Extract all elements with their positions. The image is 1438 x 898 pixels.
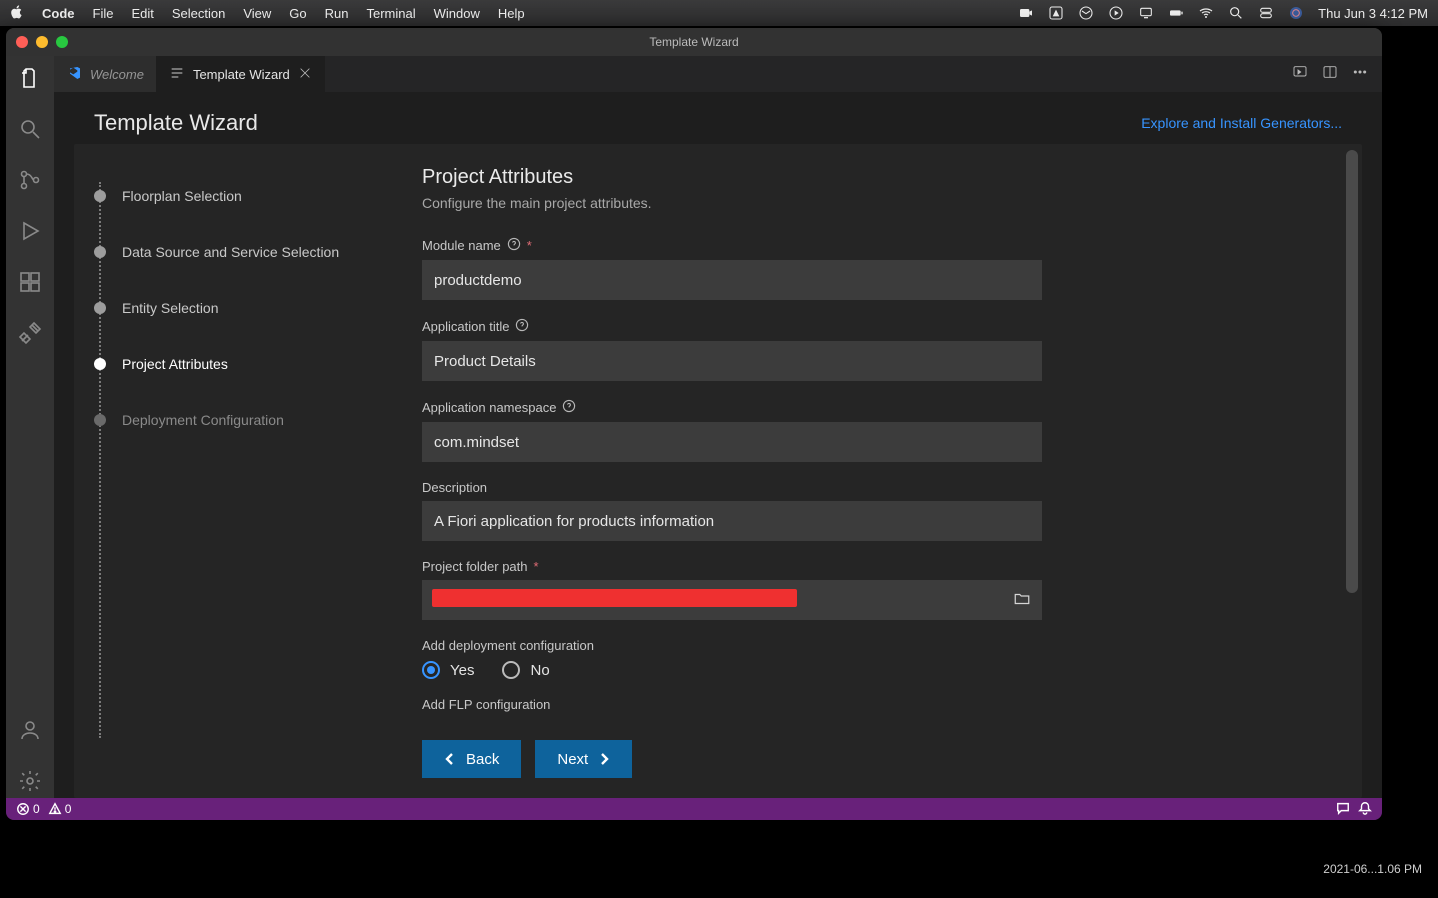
- menu-file[interactable]: File: [93, 6, 114, 21]
- errors-icon[interactable]: 0: [16, 802, 40, 816]
- settings-gear-icon[interactable]: [18, 769, 42, 798]
- deploy-config-label: Add deployment configuration: [422, 638, 1042, 653]
- menu-selection[interactable]: Selection: [172, 6, 225, 21]
- folder-browse-icon[interactable]: [1012, 590, 1032, 613]
- editor-tabbar: Welcome Template Wizard: [54, 56, 1382, 92]
- wifi-tray-icon[interactable]: [1198, 5, 1214, 21]
- source-control-icon[interactable]: [18, 168, 42, 197]
- display-tray-icon[interactable]: [1138, 5, 1154, 21]
- description-input[interactable]: [422, 501, 1042, 541]
- form-scrollbar[interactable]: [1346, 150, 1358, 718]
- control-center-icon[interactable]: [1258, 5, 1274, 21]
- form-subtitle: Configure the main project attributes.: [422, 195, 1336, 211]
- step-connector-line: [99, 182, 101, 738]
- more-actions-icon[interactable]: [1352, 64, 1368, 85]
- page-title: Template Wizard: [94, 110, 258, 136]
- mail-tray-icon[interactable]: [1078, 5, 1094, 21]
- menu-run[interactable]: Run: [325, 6, 349, 21]
- tab-wizard-label: Template Wizard: [193, 67, 290, 82]
- help-icon[interactable]: [515, 318, 529, 335]
- module-name-input[interactable]: [422, 260, 1042, 300]
- menubar-app-name[interactable]: Code: [42, 6, 75, 21]
- status-bar: 0 0: [6, 798, 1382, 820]
- folder-path-label: Project folder path*: [422, 559, 1042, 574]
- close-icon[interactable]: [298, 66, 312, 83]
- window-titlebar: Template Wizard: [6, 28, 1382, 56]
- back-button[interactable]: Back: [422, 740, 521, 778]
- window-close-button[interactable]: [16, 36, 28, 48]
- spotlight-icon[interactable]: [1228, 5, 1244, 21]
- notifications-icon[interactable]: [1358, 801, 1372, 818]
- vscode-icon: [66, 65, 82, 84]
- vscode-window: Template Wizard Welcome Te: [6, 28, 1382, 820]
- menu-go[interactable]: Go: [289, 6, 306, 21]
- menu-view[interactable]: View: [243, 6, 271, 21]
- extensions-icon[interactable]: [18, 270, 42, 299]
- activity-bar: [6, 56, 54, 798]
- siri-icon[interactable]: [1288, 5, 1304, 21]
- play-tray-icon[interactable]: [1108, 5, 1124, 21]
- step-deployment[interactable]: Deployment Configuration: [94, 392, 376, 448]
- explorer-icon[interactable]: [18, 66, 42, 95]
- window-minimize-button[interactable]: [36, 36, 48, 48]
- window-title: Template Wizard: [6, 35, 1382, 49]
- search-icon[interactable]: [18, 117, 42, 146]
- deploy-yes-radio[interactable]: Yes: [422, 661, 474, 679]
- step-floorplan[interactable]: Floorplan Selection: [94, 168, 376, 224]
- feedback-icon[interactable]: [1336, 801, 1350, 818]
- next-button[interactable]: Next: [535, 740, 632, 778]
- namespace-input[interactable]: [422, 422, 1042, 462]
- run-tab-action-icon[interactable]: [1292, 64, 1308, 85]
- deploy-no-radio[interactable]: No: [502, 661, 549, 679]
- tools-icon[interactable]: [18, 321, 42, 350]
- macos-menubar: Code File Edit Selection View Go Run Ter…: [0, 0, 1438, 26]
- accounts-icon[interactable]: [18, 718, 42, 747]
- form-heading: Project Attributes: [422, 166, 1336, 189]
- help-icon[interactable]: [562, 399, 576, 416]
- menu-help[interactable]: Help: [498, 6, 525, 21]
- tab-template-wizard[interactable]: Template Wizard: [157, 56, 325, 92]
- apple-icon[interactable]: [10, 5, 24, 22]
- screenshot-timestamp: 2021-06...1.06 PM: [1323, 862, 1422, 876]
- split-editor-icon[interactable]: [1322, 64, 1338, 85]
- application-title-input[interactable]: [422, 341, 1042, 381]
- folder-path-input[interactable]: [422, 580, 1042, 620]
- description-label: Description: [422, 480, 1042, 495]
- wizard-steps: Floorplan Selection Data Source and Serv…: [74, 144, 396, 798]
- step-project-attributes[interactable]: Project Attributes: [94, 336, 376, 392]
- application-title-label: Application title: [422, 318, 1042, 335]
- menu-terminal[interactable]: Terminal: [367, 6, 416, 21]
- flp-config-label: Add FLP configuration: [422, 697, 1042, 712]
- battery-tray-icon[interactable]: [1168, 5, 1184, 21]
- explore-generators-link[interactable]: Explore and Install Generators...: [1141, 115, 1342, 131]
- triangle-tray-icon[interactable]: [1048, 5, 1064, 21]
- step-datasource[interactable]: Data Source and Service Selection: [94, 224, 376, 280]
- warnings-icon[interactable]: 0: [48, 802, 72, 816]
- run-debug-icon[interactable]: [18, 219, 42, 248]
- namespace-label: Application namespace: [422, 399, 1042, 416]
- menubar-clock[interactable]: Thu Jun 3 4:12 PM: [1318, 6, 1428, 21]
- menu-edit[interactable]: Edit: [131, 6, 153, 21]
- step-entity[interactable]: Entity Selection: [94, 280, 376, 336]
- window-fullscreen-button[interactable]: [56, 36, 68, 48]
- tab-welcome-label: Welcome: [90, 67, 144, 82]
- list-icon: [169, 65, 185, 84]
- help-icon[interactable]: [507, 237, 521, 254]
- module-name-label: Module name *: [422, 237, 1042, 254]
- zoom-tray-icon[interactable]: [1018, 5, 1034, 21]
- menu-window[interactable]: Window: [434, 6, 480, 21]
- tab-welcome[interactable]: Welcome: [54, 56, 157, 92]
